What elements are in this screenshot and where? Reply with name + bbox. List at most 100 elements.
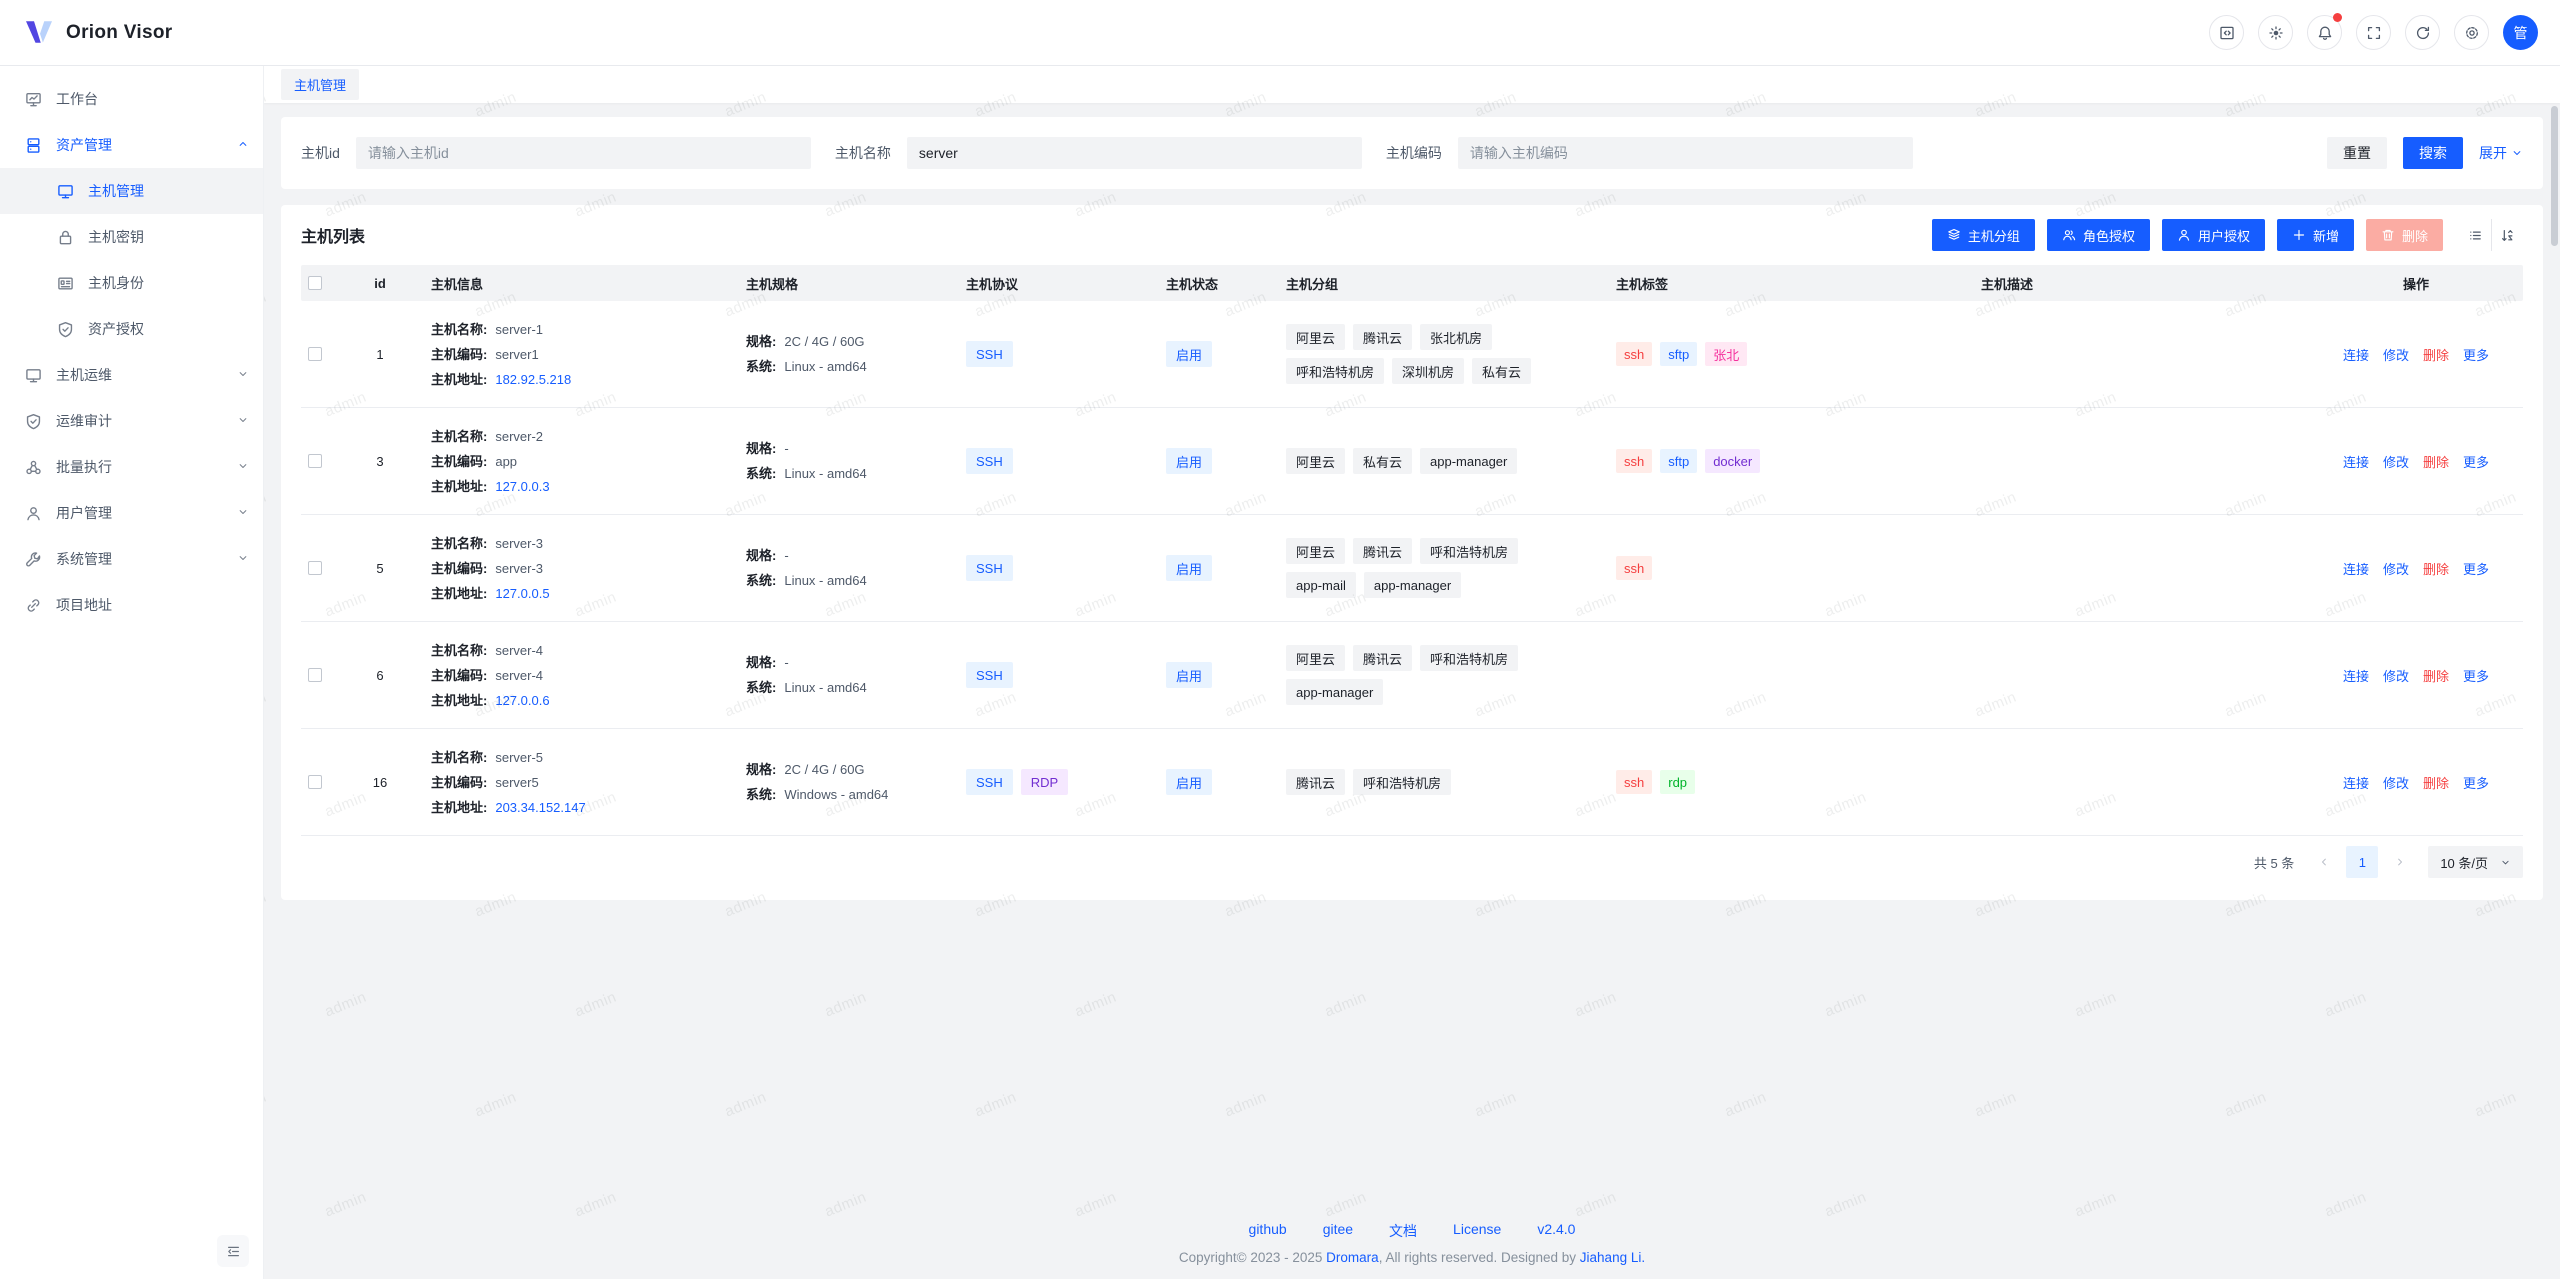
sidebar-item-host-keys[interactable]: 主机密钥: [0, 214, 263, 260]
column-setting-button[interactable]: [2459, 219, 2491, 251]
table-row: 1 主机名称:server-1 主机编码:server1 主机地址:182.92…: [301, 301, 2523, 408]
settings-button[interactable]: [2454, 15, 2489, 50]
host-id-input[interactable]: [356, 137, 811, 169]
row-action-connect[interactable]: 连接: [2343, 666, 2369, 685]
notification-button[interactable]: [2307, 15, 2342, 50]
row-action-edit[interactable]: 修改: [2383, 666, 2409, 685]
row-action-more[interactable]: 更多: [2463, 559, 2489, 578]
tab-host-management[interactable]: 主机管理: [281, 69, 359, 100]
row-action-delete[interactable]: 删除: [2423, 666, 2449, 685]
pagination-prev-button[interactable]: [2310, 848, 2338, 876]
table-row: 16 主机名称:server-5 主机编码:server5 主机地址:203.3…: [301, 729, 2523, 836]
delete-button[interactable]: 删除: [2366, 219, 2443, 251]
row-checkbox[interactable]: [308, 347, 322, 361]
sidebar-item-batch-execution[interactable]: 批量执行: [0, 444, 263, 490]
row-action-delete[interactable]: 删除: [2423, 345, 2449, 364]
sidebar-item-operations-audit[interactable]: 运维审计: [0, 398, 263, 444]
host-group-cell: 阿里云腾讯云呼和浩特机房app-mailapp-manager: [1286, 538, 1616, 598]
host-code: server5: [495, 775, 538, 790]
app-logo[interactable]: Orion Visor: [24, 18, 172, 48]
theme-button[interactable]: [2258, 15, 2293, 50]
footer-link[interactable]: v2.4.0: [1537, 1221, 1575, 1241]
host-name: server-2: [495, 429, 543, 444]
host-spec-cell: 规格:- 系统:Linux - amd64: [746, 438, 966, 484]
tag: 启用: [1166, 769, 1212, 795]
footer-link[interactable]: License: [1453, 1221, 1501, 1241]
host-group-tag: 呼和浩特机房: [1420, 645, 1518, 671]
idcard-icon: [57, 275, 74, 292]
row-action-connect[interactable]: 连接: [2343, 773, 2369, 792]
add-button[interactable]: 新增: [2277, 219, 2354, 251]
sidebar-item-asset-authorization[interactable]: 资产授权: [0, 306, 263, 352]
row-action-edit[interactable]: 修改: [2383, 559, 2409, 578]
sidebar-item-workbench[interactable]: 工作台: [0, 76, 263, 122]
host-address-link[interactable]: 203.34.152.147: [495, 800, 585, 815]
row-action-edit[interactable]: 修改: [2383, 345, 2409, 364]
reset-button[interactable]: 重置: [2327, 137, 2387, 169]
user-icon: [2177, 228, 2191, 242]
sidebar-collapse-button[interactable]: [217, 1235, 249, 1267]
host-code-input[interactable]: [1458, 137, 1913, 169]
host-group-tag: 腾讯云: [1353, 538, 1412, 564]
sidebar-item-host-operations[interactable]: 主机运维: [0, 352, 263, 398]
page-size-select[interactable]: 10 条/页: [2428, 846, 2523, 878]
sidebar-item-host-management[interactable]: 主机管理: [0, 168, 263, 214]
dashboard-icon: [25, 91, 42, 108]
sidebar-item-project-url[interactable]: 项目地址: [0, 582, 263, 628]
dromara-link[interactable]: Dromara: [1326, 1250, 1379, 1265]
sidebar-item-host-identity[interactable]: 主机身份: [0, 260, 263, 306]
row-action-more[interactable]: 更多: [2463, 345, 2489, 364]
host-protocol-cell: SSHRDP: [966, 769, 1166, 795]
expand-toggle[interactable]: 展开: [2479, 143, 2523, 163]
row-action-more[interactable]: 更多: [2463, 452, 2489, 471]
sidebar-item-user-management[interactable]: 用户管理: [0, 490, 263, 536]
host-address-link[interactable]: 182.92.5.218: [495, 372, 571, 387]
sidebar-item-system-management[interactable]: 系统管理: [0, 536, 263, 582]
user-authorization-button[interactable]: 用户授权: [2162, 219, 2265, 251]
row-action-more[interactable]: 更多: [2463, 773, 2489, 792]
row-checkbox[interactable]: [308, 668, 322, 682]
row-action-delete[interactable]: 删除: [2423, 452, 2449, 471]
role-authorization-button[interactable]: 角色授权: [2047, 219, 2150, 251]
host-group-tag: 腾讯云: [1353, 645, 1412, 671]
row-action-edit[interactable]: 修改: [2383, 452, 2409, 471]
scrollbar-thumb[interactable]: [2551, 106, 2558, 246]
refresh-button[interactable]: [2405, 15, 2440, 50]
row-action-delete[interactable]: 删除: [2423, 559, 2449, 578]
row-checkbox[interactable]: [308, 561, 322, 575]
sidebar-item-asset-management[interactable]: 资产管理: [0, 122, 263, 168]
row-action-edit[interactable]: 修改: [2383, 773, 2409, 792]
host-address-link[interactable]: 127.0.0.5: [495, 586, 549, 601]
tag: SSH: [966, 341, 1013, 367]
footer-link[interactable]: gitee: [1323, 1221, 1353, 1241]
sort-button[interactable]: [2491, 219, 2523, 251]
row-action-more[interactable]: 更多: [2463, 666, 2489, 685]
author-link[interactable]: Jiahang Li.: [1580, 1250, 1645, 1265]
host-group-button[interactable]: 主机分组: [1932, 219, 2035, 251]
select-all-checkbox[interactable]: [308, 276, 322, 290]
row-action-connect[interactable]: 连接: [2343, 345, 2369, 364]
row-action-connect[interactable]: 连接: [2343, 559, 2369, 578]
host-spec: -: [784, 548, 788, 563]
user-avatar[interactable]: 管: [2503, 15, 2538, 50]
host-info-cell: 主机名称:server-2 主机编码:app 主机地址:127.0.0.3: [431, 426, 746, 497]
code-panel-button[interactable]: [2209, 15, 2244, 50]
host-address-link[interactable]: 127.0.0.3: [495, 479, 549, 494]
host-address-link[interactable]: 127.0.0.6: [495, 693, 549, 708]
pagination-next-button[interactable]: [2386, 848, 2414, 876]
pagination: 共 5 条 1 10 条/页: [301, 846, 2523, 878]
footer-link[interactable]: 文档: [1389, 1221, 1417, 1241]
fullscreen-button[interactable]: [2356, 15, 2391, 50]
host-group-tag: 呼和浩特机房: [1420, 538, 1518, 564]
footer-link[interactable]: github: [1249, 1221, 1287, 1241]
host-name-input[interactable]: [907, 137, 1362, 169]
search-button[interactable]: 搜索: [2403, 137, 2463, 169]
pagination-page-1[interactable]: 1: [2346, 846, 2378, 878]
host-id: 6: [341, 668, 431, 683]
row-checkbox[interactable]: [308, 775, 322, 789]
code-panel-icon: [2219, 25, 2235, 41]
row-checkbox[interactable]: [308, 454, 322, 468]
row-action-delete[interactable]: 删除: [2423, 773, 2449, 792]
row-action-connect[interactable]: 连接: [2343, 452, 2369, 471]
host-spec: -: [784, 441, 788, 456]
